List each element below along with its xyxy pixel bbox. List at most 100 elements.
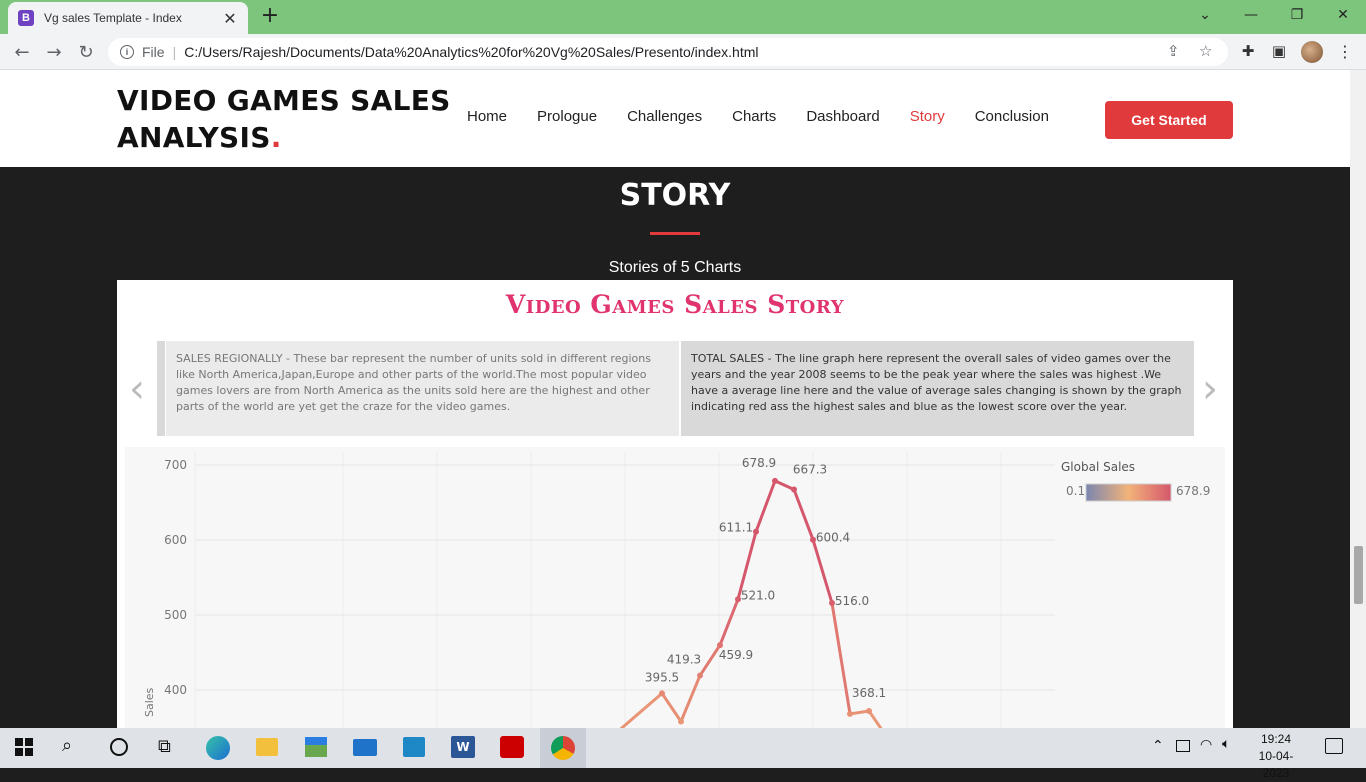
minimize-icon[interactable]: — (1228, 0, 1274, 30)
data-label: 600.4 (816, 531, 850, 545)
data-point[interactable] (847, 710, 853, 717)
store-icon[interactable] (305, 737, 327, 757)
url-scheme: File (142, 44, 165, 60)
file-explorer-icon[interactable] (256, 738, 278, 756)
series-line-segment (718, 597, 740, 647)
new-tab-icon[interactable]: + (258, 5, 282, 29)
series-line-segment (698, 643, 722, 678)
y-tick-label: 700 (164, 458, 187, 472)
acrobat-icon[interactable] (500, 736, 524, 758)
story-point-sales-regionally[interactable]: SALES REGIONALLY - These bar represent t… (166, 341, 679, 436)
site-header: VIDEO GAMES SALES ANALYSIS. Home Prologu… (0, 70, 1350, 167)
nav-story[interactable]: Story (910, 108, 945, 125)
wifi-icon[interactable]: ◠ (1200, 737, 1212, 753)
series-line-segment (754, 479, 777, 534)
cortana-icon[interactable] (110, 738, 128, 756)
data-point[interactable] (659, 690, 665, 697)
page-scrollbar[interactable] (1350, 70, 1366, 728)
edge-icon[interactable] (206, 736, 230, 760)
taskbar: ⌕ ⧉ W ⌃ ◠ 🔈︎ 19:24 10-04-2023 (0, 728, 1366, 780)
section-title: STORY (619, 178, 731, 213)
line-chart: 400 500 600 700 395.5 419.3 459.9 521.0 611.1 67… (143, 452, 1210, 728)
remote-desktop-icon[interactable] (403, 737, 425, 757)
nav-challenges[interactable]: Challenges (627, 108, 702, 125)
web-page: VIDEO GAMES SALES ANALYSIS. Home Prologu… (0, 70, 1350, 728)
back-icon[interactable]: ← (10, 40, 34, 64)
story-point-total-sales[interactable]: TOTAL SALES - The line graph here repres… (681, 341, 1194, 436)
y-tick-label: 500 (164, 608, 187, 622)
site-info-icon[interactable]: i (120, 45, 134, 59)
url-text: C:/Users/Rajesh/Documents/Data%20Analyti… (184, 44, 759, 60)
data-label: 459.9 (719, 648, 753, 662)
notification-icon[interactable] (1325, 738, 1343, 754)
nav-charts[interactable]: Charts (732, 108, 776, 125)
reload-icon[interactable]: ↻ (74, 40, 98, 64)
series-line-segment (811, 538, 834, 605)
forward-icon[interactable]: → (42, 40, 66, 64)
battery-icon[interactable] (1176, 740, 1190, 752)
story-prev-arrow-icon[interactable]: ‹ (129, 366, 145, 412)
url-divider: | (172, 44, 177, 60)
legend-max-label: 678.9 (1176, 484, 1210, 498)
story-next-arrow-icon[interactable]: › (1202, 366, 1218, 412)
logo-line2: ANALYSIS (117, 121, 271, 154)
title-underline (650, 232, 700, 235)
legend-min-label: 0.1 (1066, 484, 1085, 498)
data-point[interactable] (753, 528, 759, 535)
data-point[interactable] (791, 486, 797, 493)
browser-menu-icon[interactable]: ⋮ (1337, 42, 1353, 61)
bookmark-star-icon[interactable]: ☆ (1199, 42, 1212, 60)
restore-icon[interactable]: ❐ (1274, 0, 1320, 30)
browser-toolbar: ← → ↻ i File | C:/Users/Rajesh/Documents… (0, 34, 1366, 70)
mail-icon[interactable] (353, 739, 377, 756)
series-line-segment (773, 479, 796, 492)
side-panel-icon[interactable]: ▣ (1270, 42, 1288, 60)
site-logo[interactable]: VIDEO GAMES SALES ANALYSIS. (117, 82, 451, 156)
taskbar-chrome-active[interactable] (540, 728, 586, 768)
data-point[interactable] (772, 477, 778, 484)
data-label: 395.5 (645, 670, 679, 684)
nav-conclusion[interactable]: Conclusion (975, 108, 1049, 125)
clock-date: 10-04-2023 (1258, 749, 1294, 780)
story-navigator: SALES REGIONALLY - These bar represent t… (157, 341, 1194, 436)
data-label: 667.3 (793, 463, 827, 477)
story-heading: Video Games Sales Story (505, 290, 845, 319)
clock[interactable]: 19:24 10-04-2023 (1246, 731, 1306, 782)
nav-home[interactable]: Home (467, 108, 507, 125)
data-label: 521.0 (741, 588, 775, 602)
section-subtitle: Stories of 5 Charts (608, 259, 742, 276)
series-line-segment (679, 674, 702, 723)
tab-close-icon[interactable]: ✕ (222, 9, 238, 28)
nav-prologue[interactable]: Prologue (537, 108, 597, 125)
address-bar[interactable]: i File | C:/Users/Rajesh/Documents/Data%… (108, 38, 1228, 66)
data-point[interactable] (678, 718, 684, 725)
data-label: 516.0 (835, 594, 869, 608)
share-icon[interactable]: ⇪ (1167, 42, 1180, 60)
series-line-segment (619, 691, 664, 728)
story-point-edge[interactable] (157, 341, 165, 436)
search-icon[interactable]: ⌕ (62, 735, 72, 756)
get-started-button[interactable]: Get Started (1105, 101, 1233, 139)
series-line-segment (867, 709, 883, 728)
word-icon[interactable]: W (451, 736, 475, 758)
scrollbar-thumb[interactable] (1354, 546, 1363, 604)
main-nav: Home Prologue Challenges Charts Dashboar… (467, 108, 1079, 125)
bootstrap-favicon-icon: B (18, 10, 34, 26)
start-windows-icon[interactable] (15, 738, 33, 756)
series-line-segment (830, 601, 852, 716)
tab-search-chevron-icon[interactable]: ⌄ (1182, 0, 1228, 30)
profile-avatar[interactable] (1301, 41, 1323, 63)
data-point[interactable] (866, 708, 872, 714)
data-point[interactable] (697, 672, 703, 679)
task-view-icon[interactable]: ⧉ (158, 736, 171, 757)
tray-chevron-icon[interactable]: ⌃ (1152, 738, 1164, 754)
close-window-icon[interactable]: ✕ (1320, 0, 1366, 30)
nav-dashboard[interactable]: Dashboard (806, 108, 879, 125)
browser-tab[interactable]: B Vg sales Template - Index ✕ (8, 2, 248, 34)
chrome-icon (551, 736, 575, 760)
browser-titlebar: B Vg sales Template - Index ✕ + ⌄ — ❐ ✕ (0, 0, 1366, 34)
extensions-puzzle-icon[interactable]: ✚ (1239, 42, 1257, 60)
volume-icon[interactable]: 🔈︎ (1222, 736, 1230, 752)
series-line-segment (792, 488, 815, 542)
legend-title: Global Sales (1061, 460, 1135, 474)
